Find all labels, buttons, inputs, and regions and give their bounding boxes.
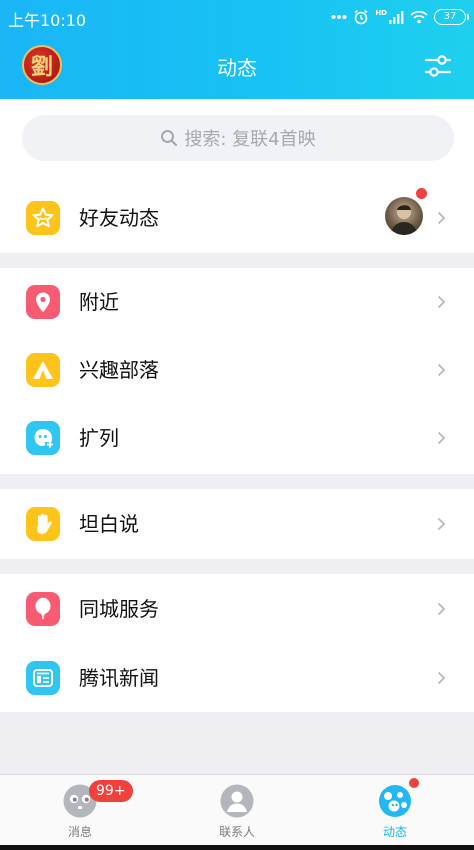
- hand-icon: [26, 507, 60, 541]
- more-dots-icon: [331, 15, 347, 19]
- tab-feed[interactable]: 动态: [335, 775, 455, 845]
- row-honest-talk[interactable]: 坦白说: [0, 489, 474, 559]
- new-update-dot: [409, 778, 419, 788]
- row-label: 同城服务: [79, 597, 159, 621]
- status-time: 上午10:10: [8, 11, 87, 30]
- row-tencent-news[interactable]: 腾讯新闻: [0, 644, 474, 712]
- chevron-right-icon: [437, 211, 446, 225]
- row-label: 附近: [79, 290, 119, 314]
- tab-contacts[interactable]: 联系人: [177, 775, 297, 845]
- new-update-dot: [415, 187, 428, 200]
- news-icon: [26, 661, 60, 695]
- alarm-icon: [354, 9, 368, 25]
- group-discover: 附近 兴趣部落 扩列: [0, 268, 474, 474]
- location-pin-icon: [26, 285, 60, 319]
- group-honest: 坦白说: [0, 489, 474, 559]
- row-city-service[interactable]: 同城服务: [0, 574, 474, 644]
- chevron-right-icon: [437, 295, 446, 309]
- status-icons: HD 37: [331, 6, 469, 28]
- planet-icon: [379, 785, 411, 817]
- search-icon: [161, 130, 178, 147]
- system-nav-strip: [0, 845, 474, 850]
- row-label: 腾讯新闻: [79, 666, 159, 690]
- balloon-icon: [26, 592, 60, 626]
- chevron-right-icon: [437, 431, 446, 445]
- tent-icon: [26, 353, 60, 387]
- row-label: 扩列: [79, 426, 119, 450]
- chevron-right-icon: [437, 517, 446, 531]
- chevron-right-icon: [437, 602, 446, 616]
- bottom-tab-bar: 消息 联系人 动态: [0, 774, 474, 845]
- tab-label: 联系人: [218, 825, 255, 839]
- group-services: 同城服务 腾讯新闻: [0, 574, 474, 712]
- search-placeholder: 搜索: 复联4首映: [184, 129, 316, 150]
- sliders-icon[interactable]: [424, 52, 452, 80]
- battery-indicator: 37: [434, 9, 469, 25]
- friend-avatar: [385, 197, 423, 235]
- row-interest-tribe[interactable]: 兴趣部落: [0, 336, 474, 404]
- wifi-icon: [410, 10, 428, 24]
- page-title: 动态: [217, 56, 257, 80]
- status-bar: 上午10:10 HD 37: [0, 0, 474, 34]
- tab-label: 消息: [67, 825, 92, 839]
- row-label: 好友动态: [79, 206, 159, 230]
- chevron-right-icon: [437, 671, 446, 685]
- header-bar: 上午10:10 HD 37 劉 动态: [0, 0, 474, 99]
- unread-badge: 99+: [89, 780, 133, 802]
- row-nearby[interactable]: 附近: [0, 268, 474, 336]
- row-expand-friends[interactable]: 扩列: [0, 404, 474, 472]
- ghost-icon: [26, 421, 60, 455]
- row-label: 坦白说: [79, 512, 139, 536]
- network-hd-label: HD: [375, 8, 387, 17]
- star-icon: [26, 201, 60, 235]
- search-input[interactable]: 搜索: 复联4首映: [22, 115, 454, 161]
- contacts-icon: [220, 784, 254, 818]
- chevron-right-icon: [437, 363, 446, 377]
- signal-icon: [389, 11, 404, 24]
- row-label: 兴趣部落: [79, 358, 159, 382]
- search-section: 搜索: 复联4首映: [0, 99, 474, 183]
- tab-label: 动态: [382, 825, 407, 839]
